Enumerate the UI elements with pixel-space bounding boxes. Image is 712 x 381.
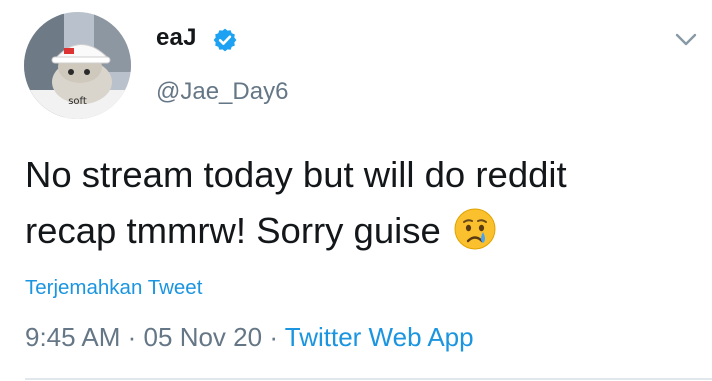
avatar[interactable]: soft [24, 12, 131, 119]
meta-separator: · [127, 322, 137, 352]
translate-tweet-link[interactable]: Terjemahkan Tweet [25, 276, 202, 300]
tweet-text-line-1: No stream today but will do reddit [25, 154, 567, 195]
meta-separator: · [269, 322, 278, 352]
crying-face-emoji [454, 208, 496, 250]
verified-badge-icon [213, 28, 237, 52]
tweet-text-line-2-text: recap tmmrw! Sorry guise [25, 210, 441, 251]
tweet-text-line-2: recap tmmrw! Sorry guise [25, 203, 675, 259]
user-handle[interactable]: @Jae_Day6 [156, 78, 288, 106]
chevron-down-icon[interactable] [674, 30, 698, 50]
tweet-time[interactable]: 9:45 AM [25, 322, 120, 352]
tweet-source-link[interactable]: Twitter Web App [285, 322, 474, 352]
divider [25, 378, 712, 380]
display-name[interactable]: eaJ [156, 24, 197, 52]
avatar-caption: soft [68, 96, 87, 107]
tweet-date[interactable]: 05 Nov 20 [144, 322, 263, 352]
tweet-meta: 9:45 AM · 05 Nov 20 · Twitter Web App [25, 322, 474, 353]
tweet-text: No stream today but will do reddit recap… [25, 147, 675, 259]
